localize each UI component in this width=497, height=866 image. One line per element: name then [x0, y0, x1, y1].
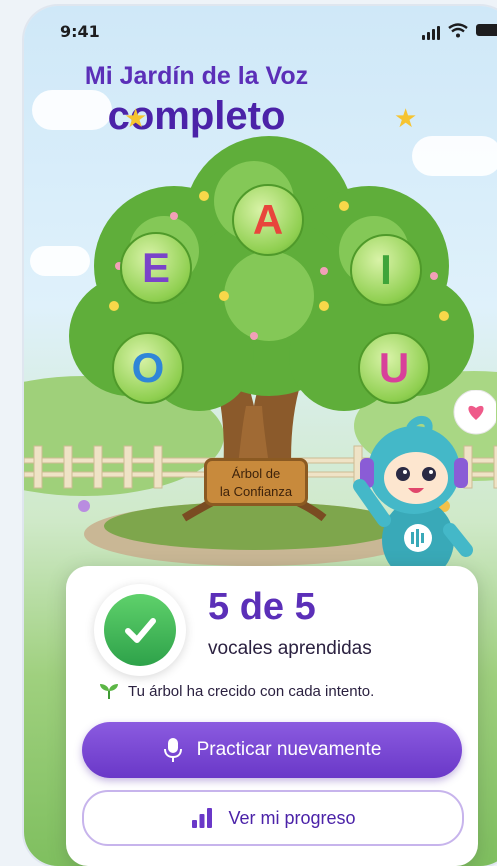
microphone-icon: [163, 738, 182, 762]
view-progress-label: Ver mi progreso: [228, 807, 356, 828]
vowels-learned-label: vocales aprendidas: [208, 638, 372, 659]
practice-again-label: Practicar nuevamente: [196, 739, 382, 760]
practice-again-button[interactable]: Practicar nuevamente: [82, 722, 462, 778]
bar-chart-icon: [192, 808, 213, 828]
vowels-learned-count: 5 de 5: [208, 586, 316, 628]
vowel-letter: I: [380, 246, 392, 293]
sprout-icon: [100, 684, 118, 699]
view-progress-button[interactable]: Ver mi progreso: [82, 790, 464, 846]
sign-text-line1: Árbol de: [231, 466, 281, 481]
success-badge: [94, 584, 186, 676]
vowel-letter: O: [131, 344, 165, 391]
vowel-leaf-e: E: [120, 232, 192, 304]
encouragement-text: Tu árbol ha crecido con cada intento.: [128, 682, 375, 700]
vowel-leaf-a: A: [232, 184, 304, 256]
phone-screen: 9:41 Mi Jardín de la Voz completo ★ ★ A …: [24, 6, 497, 866]
vowel-letter: U: [378, 344, 410, 391]
mascot-character: [353, 390, 496, 588]
sign-text-line2: la Confianza: [219, 484, 293, 499]
vowel-leaf-i: I: [350, 234, 422, 306]
tree-sign: Árbol de la Confianza: [204, 458, 308, 506]
encouragement-note: Tu árbol ha crecido con cada intento.: [98, 682, 374, 700]
vowel-leaf-o: O: [112, 332, 184, 404]
checkmark-icon: [104, 594, 176, 666]
vowel-letter: A: [252, 196, 284, 243]
vowel-letter: E: [141, 244, 170, 291]
result-card: 5 de 5 vocales aprendidas Tu árbol ha cr…: [66, 566, 478, 866]
